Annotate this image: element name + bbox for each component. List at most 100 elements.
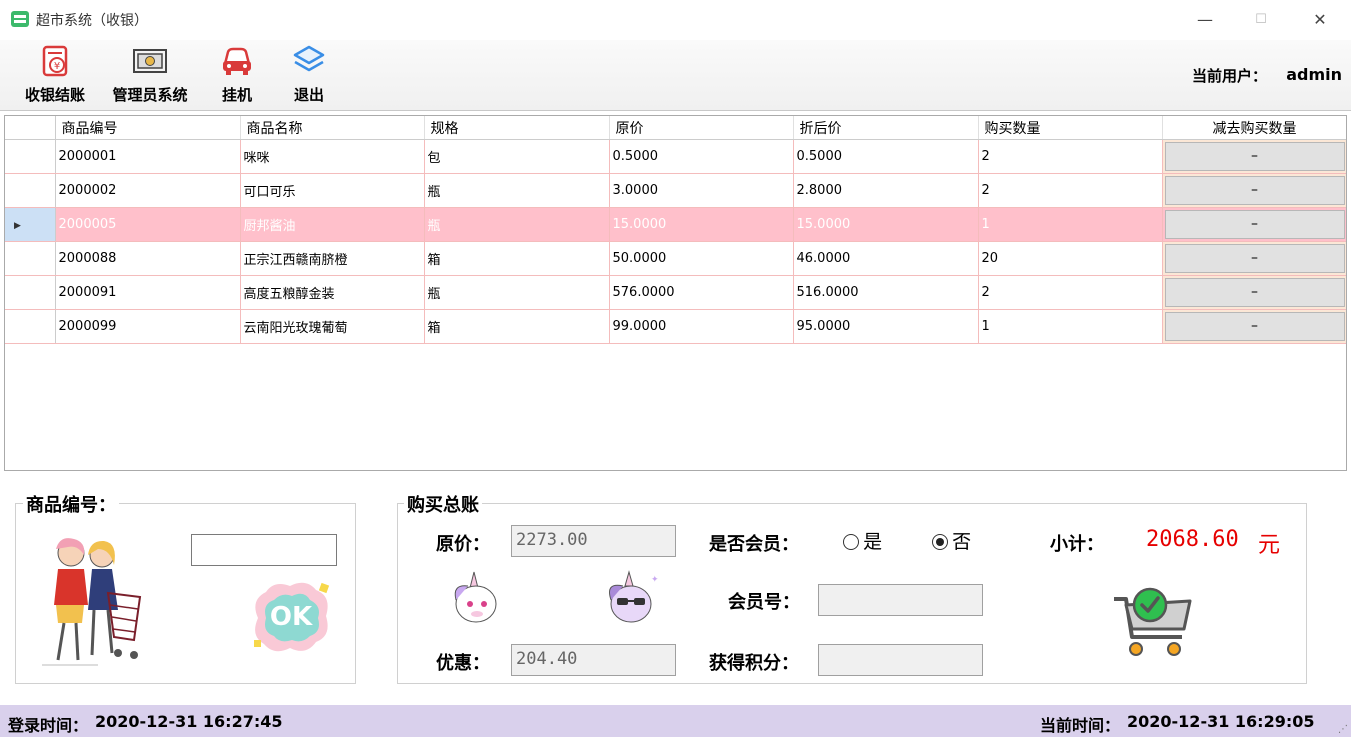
row-header[interactable] bbox=[5, 275, 56, 310]
cell-discount-price[interactable]: 0.5000 bbox=[793, 139, 979, 174]
cell-name[interactable]: 厨邦酱油 bbox=[240, 207, 425, 242]
cell-minus: – bbox=[1162, 309, 1346, 344]
admin-system-button[interactable]: 管理员系统 bbox=[104, 44, 196, 108]
current-time-label: 当前时间： bbox=[1040, 716, 1121, 735]
points-label: 获得积分： bbox=[709, 653, 799, 674]
maximize-button[interactable]: ☐ bbox=[1241, 6, 1281, 34]
cell-name[interactable]: 高度五粮醇金装 bbox=[240, 275, 425, 310]
cell-spec[interactable]: 箱 bbox=[424, 241, 610, 276]
cell-name[interactable]: 可口可乐 bbox=[240, 173, 425, 208]
cell-price[interactable]: 3.0000 bbox=[609, 173, 794, 208]
cell-price[interactable]: 50.0000 bbox=[609, 241, 794, 276]
original-price-label: 原价： bbox=[436, 534, 490, 555]
minus-qty-button[interactable]: – bbox=[1164, 210, 1345, 239]
table-row[interactable]: 2000099 云南阳光玫瑰葡萄 箱 99.0000 95.0000 1 – bbox=[5, 309, 1346, 344]
radio-checked-icon bbox=[932, 534, 948, 550]
currency-unit: 元 bbox=[1258, 533, 1281, 558]
admin-system-label: 管理员系统 bbox=[112, 86, 188, 104]
points-field[interactable] bbox=[818, 644, 983, 676]
close-button[interactable]: ✕ bbox=[1300, 6, 1340, 34]
svg-text:✦: ✦ bbox=[651, 575, 659, 585]
resize-grip-icon[interactable]: ⋰ bbox=[1338, 724, 1348, 735]
checkout-label: 收银结账 bbox=[24, 86, 85, 104]
row-header[interactable] bbox=[5, 139, 56, 174]
ok-label: OK bbox=[269, 602, 313, 632]
cell-price[interactable]: 0.5000 bbox=[609, 139, 794, 174]
discount-field[interactable]: 204.40 bbox=[511, 644, 676, 676]
column-header[interactable]: 折后价 bbox=[793, 116, 979, 140]
cell-spec[interactable]: 包 bbox=[424, 139, 610, 174]
column-header[interactable]: 减去购买数量 bbox=[1162, 116, 1346, 140]
row-header[interactable] bbox=[5, 241, 56, 276]
cart-check-icon bbox=[1114, 587, 1192, 656]
member-no-label: 否 bbox=[952, 531, 972, 553]
member-no-radio[interactable]: 否 bbox=[932, 527, 971, 554]
minus-qty-button[interactable]: – bbox=[1164, 278, 1345, 307]
row-header[interactable] bbox=[5, 309, 56, 344]
column-header[interactable]: 规格 bbox=[424, 116, 610, 140]
table-row-selected[interactable]: ▶ 2000005 厨邦酱油 瓶 15.0000 15.0000 1 – bbox=[5, 207, 1346, 242]
cell-price[interactable]: 15.0000 bbox=[609, 207, 794, 242]
column-header[interactable]: 原价 bbox=[609, 116, 794, 140]
column-header[interactable]: 商品名称 bbox=[240, 116, 425, 140]
hang-up-button[interactable]: 挂机 bbox=[216, 44, 258, 108]
cell-discount-price[interactable]: 15.0000 bbox=[793, 207, 979, 242]
cell-discount-price[interactable]: 2.8000 bbox=[793, 173, 979, 208]
row-header-corner bbox=[5, 116, 56, 140]
current-user-name: admin bbox=[1286, 65, 1342, 84]
cell-qty[interactable]: 20 bbox=[978, 241, 1163, 276]
row-header[interactable] bbox=[5, 173, 56, 208]
cell-discount-price[interactable]: 46.0000 bbox=[793, 241, 979, 276]
cell-id[interactable]: 2000091 bbox=[55, 275, 241, 310]
cell-id[interactable]: 2000001 bbox=[55, 139, 241, 174]
minus-qty-button[interactable]: – bbox=[1164, 176, 1345, 205]
cell-qty[interactable]: 1 bbox=[978, 309, 1163, 344]
discount-label: 优惠： bbox=[436, 653, 490, 674]
cell-discount-price[interactable]: 516.0000 bbox=[793, 275, 979, 310]
minimize-button[interactable]: — bbox=[1185, 6, 1225, 34]
cart-table[interactable]: 商品编号 商品名称 规格 原价 折后价 购买数量 减去购买数量 2000001 … bbox=[4, 115, 1347, 471]
unicorn-sunglasses-icon: ✦ bbox=[609, 570, 659, 623]
cell-name[interactable]: 正宗江西赣南脐橙 bbox=[240, 241, 425, 276]
cell-spec[interactable]: 瓶 bbox=[424, 173, 610, 208]
table-row[interactable]: 2000001 咪咪 包 0.5000 0.5000 2 – bbox=[5, 139, 1346, 174]
cell-qty[interactable]: 2 bbox=[978, 275, 1163, 310]
cell-name[interactable]: 云南阳光玫瑰葡萄 bbox=[240, 309, 425, 344]
cell-spec[interactable]: 瓶 bbox=[424, 207, 610, 242]
cell-name[interactable]: 咪咪 bbox=[240, 139, 425, 174]
column-header[interactable]: 购买数量 bbox=[978, 116, 1163, 140]
member-yes-radio[interactable]: 是 bbox=[843, 527, 882, 554]
column-header[interactable]: 商品编号 bbox=[55, 116, 241, 140]
checkout-button[interactable]: ¥ 收银结账 bbox=[18, 44, 92, 108]
original-price-field[interactable]: 2273.00 bbox=[511, 525, 676, 557]
cell-id[interactable]: 2000002 bbox=[55, 173, 241, 208]
window-title: 超市系统（收银） bbox=[36, 13, 148, 29]
exit-button[interactable]: 退出 bbox=[288, 44, 330, 108]
cell-price[interactable]: 576.0000 bbox=[609, 275, 794, 310]
unicorn-icon bbox=[454, 571, 497, 623]
subtotal-label: 小计： bbox=[1050, 534, 1104, 555]
table-row[interactable]: 2000002 可口可乐 瓶 3.0000 2.8000 2 – bbox=[5, 173, 1346, 208]
member-number-field[interactable] bbox=[818, 584, 983, 616]
login-time-value: 2020-12-31 16:27:45 bbox=[95, 712, 283, 731]
minus-qty-button[interactable]: – bbox=[1164, 312, 1345, 341]
cell-qty[interactable]: 2 bbox=[978, 173, 1163, 208]
cell-id[interactable]: 2000005 bbox=[55, 207, 241, 242]
product-code-input[interactable] bbox=[191, 534, 337, 566]
table-row[interactable]: 2000091 高度五粮醇金装 瓶 576.0000 516.0000 2 – bbox=[5, 275, 1346, 310]
cell-spec[interactable]: 瓶 bbox=[424, 275, 610, 310]
minus-qty-button[interactable]: – bbox=[1164, 244, 1345, 273]
cell-price[interactable]: 99.0000 bbox=[609, 309, 794, 344]
cell-minus: – bbox=[1162, 275, 1346, 310]
cell-id[interactable]: 2000088 bbox=[55, 241, 241, 276]
row-header[interactable]: ▶ bbox=[5, 207, 56, 242]
ok-button[interactable]: OK bbox=[250, 578, 332, 656]
cell-qty[interactable]: 2 bbox=[978, 139, 1163, 174]
table-row[interactable]: 2000088 正宗江西赣南脐橙 箱 50.0000 46.0000 20 – bbox=[5, 241, 1346, 276]
cell-spec[interactable]: 箱 bbox=[424, 309, 610, 344]
minus-qty-button[interactable]: – bbox=[1164, 142, 1345, 171]
cell-qty[interactable]: 1 bbox=[978, 207, 1163, 242]
cell-id[interactable]: 2000099 bbox=[55, 309, 241, 344]
cell-discount-price[interactable]: 95.0000 bbox=[793, 309, 979, 344]
status-bar: 登录时间： 2020-12-31 16:27:45 当前时间： 2020-12-… bbox=[0, 705, 1351, 737]
